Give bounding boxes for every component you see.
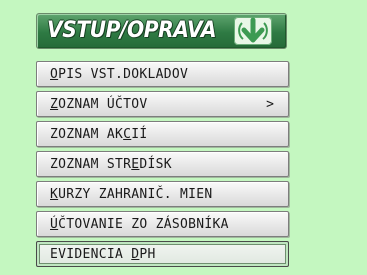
menu-item-label: ZOZNAM ÚČTOV — [50, 97, 148, 112]
menu-item-label: ÚČTOVANIE ZO ZÁSOBNÍKA — [50, 217, 229, 232]
menu-item-2[interactable]: ZOZNAM ÚČTOV > — [36, 91, 289, 117]
menu-item-label: OPIS VST.DOKLADOV — [50, 67, 189, 82]
menu-header: VSTUP/OPRAVA — [36, 13, 287, 49]
menu-item-7[interactable]: EVIDENCIA DPH — [36, 241, 289, 267]
download-arrow-icon — [234, 17, 272, 45]
menu-item-label: ZOZNAM AKCIÍ — [50, 127, 148, 142]
menu-item-6[interactable]: ÚČTOVANIE ZO ZÁSOBNÍKA — [36, 211, 289, 237]
menu-item-label: EVIDENCIA DPH — [50, 247, 156, 262]
menu-title: VSTUP/OPRAVA — [47, 18, 217, 43]
submenu-arrow-icon: > — [266, 97, 274, 112]
menu-item-label: ZOZNAM STREDÍSK — [50, 157, 172, 172]
menu-item-3[interactable]: ZOZNAM AKCIÍ — [36, 121, 289, 147]
menu-item-label: KURZY ZAHRANIČ. MIEN — [50, 187, 213, 202]
menu-item-5[interactable]: KURZY ZAHRANIČ. MIEN — [36, 181, 289, 207]
menu-item-1[interactable]: OPIS VST.DOKLADOV — [36, 61, 289, 87]
menu-item-4[interactable]: ZOZNAM STREDÍSK — [36, 151, 289, 177]
